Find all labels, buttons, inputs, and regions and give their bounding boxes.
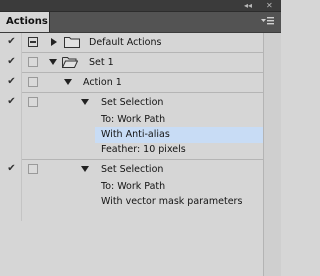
dialog-toggle-icon[interactable] — [28, 164, 38, 174]
dialog-toggle-icon[interactable] — [28, 57, 38, 67]
step-detail-text: With Anti-alias — [101, 129, 170, 140]
collapse-arrow-icon[interactable] — [81, 99, 89, 105]
dialog-toggle-icon[interactable] — [28, 77, 38, 87]
list-item-set-1[interactable]: ✔ Set 1 — [0, 53, 263, 72]
open-folder-icon — [62, 57, 78, 68]
dialog-toggle-icon[interactable] — [28, 97, 38, 107]
collapse-arrow-icon[interactable] — [64, 79, 72, 85]
vertical-scrollbar[interactable] — [263, 33, 281, 276]
collapse-panel-icon[interactable]: ◂◂ — [244, 0, 252, 11]
panel-menu-icon[interactable] — [261, 16, 274, 27]
set-name-label: Default Actions — [89, 37, 162, 48]
list-item-default-actions[interactable]: ✔ Default Actions — [0, 33, 263, 52]
collapse-arrow-icon[interactable] — [49, 59, 57, 65]
expand-arrow-icon[interactable] — [51, 38, 57, 46]
step-name-label: Set Selection — [101, 97, 164, 108]
folder-icon — [64, 37, 80, 48]
tab-actions[interactable]: Actions — [0, 12, 50, 32]
step-detail-text: To: Work Path — [101, 181, 166, 192]
toggle-item-checkmark[interactable]: ✔ — [6, 96, 17, 107]
set-name-label: Set 1 — [89, 57, 114, 68]
toggle-item-checkmark[interactable]: ✔ — [6, 56, 17, 67]
close-panel-icon[interactable]: ✕ — [266, 0, 273, 11]
list-item-set-selection-step[interactable]: ✔ Set Selection To: Work Path With Anti-… — [0, 93, 263, 159]
step-detail-text: With vector mask parameters — [101, 196, 243, 207]
list-item-set-selection-step-selected[interactable]: ✔ Set Selection To: Work Path With vecto… — [0, 160, 263, 210]
list-item-action-1[interactable]: ✔ Action 1 — [0, 73, 263, 92]
toggle-item-checkmark[interactable]: ✔ — [6, 36, 17, 47]
step-detail-text: Feather: 10 pixels — [101, 144, 186, 155]
step-detail-text: To: Work Path — [101, 114, 166, 125]
toggle-item-checkmark[interactable]: ✔ — [6, 76, 17, 87]
dialog-toggle-icon[interactable] — [28, 37, 38, 47]
toggle-item-checkmark[interactable]: ✔ — [6, 163, 17, 174]
step-name-label: Set Selection — [101, 164, 164, 175]
panel-tab-row: Actions — [0, 12, 281, 33]
collapse-arrow-icon[interactable] — [81, 166, 89, 172]
panel-top-strip: ◂◂ ✕ — [0, 0, 281, 12]
action-name-label: Action 1 — [83, 77, 122, 88]
